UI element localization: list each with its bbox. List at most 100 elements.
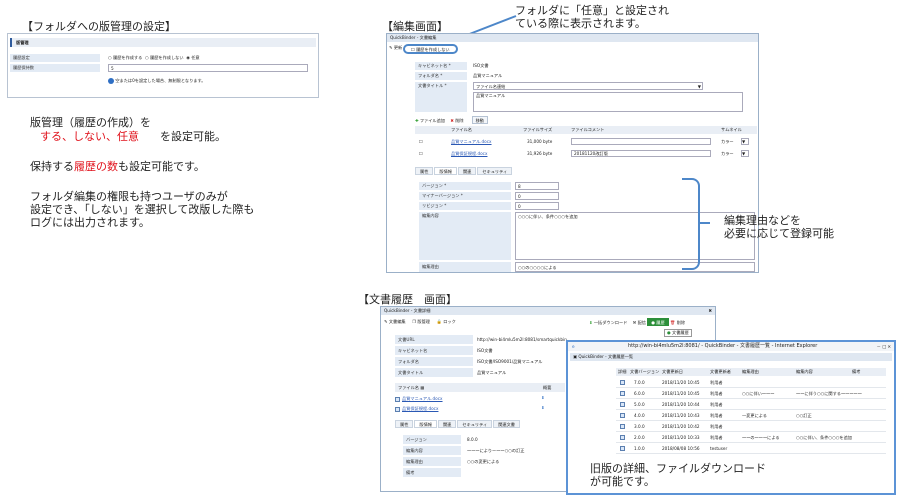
hist-version-label: バージョン [403, 435, 461, 444]
folder-value: ISO文書/ISO9001/品質マニュアル [477, 359, 543, 364]
version-label: バージョン * [419, 182, 511, 190]
version-cell: 1.0.0 [634, 446, 645, 451]
version-cell: 3.0.0 [634, 424, 645, 429]
bulk-download-button[interactable]: ⬇ 一括ダウンロード [589, 320, 627, 325]
tab-security[interactable]: セキュリティ [477, 167, 513, 175]
radio-create[interactable]: ○ 履歴を作成する [108, 55, 142, 60]
hist-content-label: 編集内容 [403, 446, 461, 455]
edit-content-textarea[interactable]: ○○○に伴い、条件○○○を追加 [515, 212, 755, 260]
edit-document-button[interactable]: ✎ 文書編集 [384, 319, 406, 324]
file-link[interactable]: 品質マニュアル.docx [451, 137, 492, 146]
tab-version[interactable]: 版情報 [434, 167, 457, 175]
no-history-checkbox[interactable]: ☐ [411, 47, 415, 52]
history-file-link[interactable]: 品質マニュアル.docx [402, 396, 443, 401]
date-cell: 2018/08/08 10:56 [662, 446, 700, 451]
thumb-select[interactable]: カラー [721, 137, 734, 146]
detail-icon[interactable] [620, 402, 625, 407]
col-reason: 編集理由 [742, 369, 759, 374]
hist-reason-label: 編集理由 [403, 457, 461, 466]
close-icon: ✖ [450, 118, 454, 123]
updater-cell: 利用者 [710, 413, 723, 418]
edit-content-label: 編集内容 [419, 212, 511, 260]
table-row: ☐ 品質保証規程.docx 31,926 byte 20181120改訂版 カラ… [415, 149, 757, 158]
file-size: 31,000 byte [527, 139, 553, 144]
lock-button[interactable]: 🔒 ロック [437, 319, 456, 324]
ie-title-bar: e http://win-bi4mlu5m2l:8081/ - QuickBin… [568, 342, 894, 351]
version-input[interactable]: 8 [515, 182, 559, 190]
edit-window-title: QuickBinder - 文書編集 [387, 34, 758, 42]
tab-attributes[interactable]: 属性 [395, 420, 414, 428]
delete-file-button[interactable]: ✖ 削除 [450, 118, 463, 123]
add-file-button[interactable]: ✚ ファイル追加 [415, 118, 445, 123]
hist-note-label: 備考 [403, 468, 461, 477]
table-row: 6.0.0 2018/11/20 10:45 利用者 ○○に伴い～～～ ～～に伴う○○に… [616, 389, 886, 399]
detail-icon[interactable] [620, 391, 625, 396]
tab-related-docs[interactable]: 関連文書 [493, 420, 520, 428]
radio-no-create[interactable]: ○ 履歴を作成しない [145, 55, 184, 60]
save-button[interactable]: 更新 [394, 45, 402, 50]
folder-settings-heading: 【フォルダへの版管理の設定】 [22, 20, 176, 33]
edit-window: QuickBinder - 文書編集 ✎ 更新 ☐ 履歴を作成しない キャビネッ… [386, 33, 759, 273]
cabinet-label: キャビネット名 [395, 346, 473, 355]
tab-version[interactable]: 版情報 [414, 420, 437, 428]
copy-icon: ❐ [412, 319, 417, 324]
file-comment-input[interactable] [571, 138, 711, 145]
tab-security[interactable]: セキュリティ [457, 420, 493, 428]
desc2: 保持する履歴の数も設定可能です。 [30, 160, 205, 173]
url-label: 文書URL [395, 335, 473, 344]
updater-cell: testuser [710, 446, 728, 451]
bracket-arrow-icon [698, 222, 710, 224]
desc3: フォルダ編集の権限も持つユーザのみが 設定でき、「しない」を選択して改版した際も… [30, 190, 255, 229]
revision-input[interactable]: 0 [515, 202, 559, 210]
ie-icon: e [572, 344, 575, 349]
table-row: 1.0.0 2018/08/08 10:56 testuser [616, 444, 886, 454]
history-button[interactable]: ● 履歴 [647, 318, 669, 326]
no-history-checkbox-highlight: ☐ 履歴を作成しない [403, 44, 458, 54]
move-file-button[interactable]: 移動 [471, 116, 488, 124]
chevron-down-icon[interactable]: ▼ [741, 138, 749, 145]
pencil-icon: ✎ [384, 319, 388, 324]
url-value: http://win-bi4mlu5m2l:8081/smartquickbin… [477, 337, 567, 342]
send-icon: ✉ [632, 320, 637, 325]
col-date: 文書更新日 [662, 369, 683, 374]
detail-icon[interactable] [620, 424, 625, 429]
updater-cell: 利用者 [710, 402, 723, 407]
info-icon [108, 78, 114, 84]
file-link[interactable]: 品質保証規程.docx [451, 149, 487, 158]
field-label-cabinet: キャビネット名 * [415, 62, 467, 70]
version-button[interactable]: ❐ 版管理 [412, 319, 430, 324]
history-count-input[interactable]: 5 [108, 64, 308, 72]
history-file-link[interactable]: 品質保証規程.docx [402, 406, 438, 411]
chevron-down-icon[interactable]: ▼ [741, 150, 749, 157]
history-setting-label: 履歴設定 [10, 54, 100, 62]
download-icon[interactable]: ⬇ [541, 395, 545, 401]
detail-icon[interactable] [620, 380, 625, 385]
detail-icon[interactable] [620, 446, 625, 451]
distribute-button[interactable]: ✉ 配信 [633, 320, 646, 325]
content-cell: ○○に伴い、条件○○○を追加 [796, 435, 852, 440]
edit-reason-input[interactable]: ○○の○○○○による [515, 262, 755, 272]
minor-version-input[interactable]: 0 [515, 192, 559, 200]
table-row: 3.0.0 2018/11/20 10:42 利用者 [616, 422, 886, 432]
close-icon[interactable]: ✖ [708, 308, 712, 314]
col-content: 編集内容 [796, 369, 813, 374]
app-icon: ▣ [573, 354, 577, 359]
download-icon[interactable]: ⬇ [541, 405, 545, 411]
window-controls[interactable]: － □ ✕ [877, 342, 891, 351]
delete-button[interactable]: 🗑 削除 [670, 320, 685, 325]
row-checkbox[interactable]: ☐ [419, 137, 423, 146]
radio-optional[interactable]: ◉ 任意 [186, 55, 199, 60]
file-comment-input[interactable]: 20181120改訂版 [571, 150, 711, 157]
tab-attributes[interactable]: 属性 [415, 167, 434, 175]
tab-related[interactable]: 関連 [457, 167, 477, 175]
title-input[interactable]: 品質マニュアル [473, 92, 743, 112]
row-checkbox[interactable]: ☐ [419, 149, 423, 158]
detail-icon[interactable] [620, 435, 625, 440]
title-mode-select[interactable]: ファイル名連結 ▼ [473, 82, 703, 90]
table-row: 7.0.0 2018/11/20 10:45 利用者 [616, 378, 886, 388]
tab-related[interactable]: 関連 [437, 420, 457, 428]
field-label-title: 文書タイトル * [415, 82, 467, 112]
detail-icon[interactable] [620, 413, 625, 418]
thumb-select[interactable]: カラー [721, 149, 734, 158]
history-files-header: ファイル名 ▦ 概要 [395, 383, 565, 392]
